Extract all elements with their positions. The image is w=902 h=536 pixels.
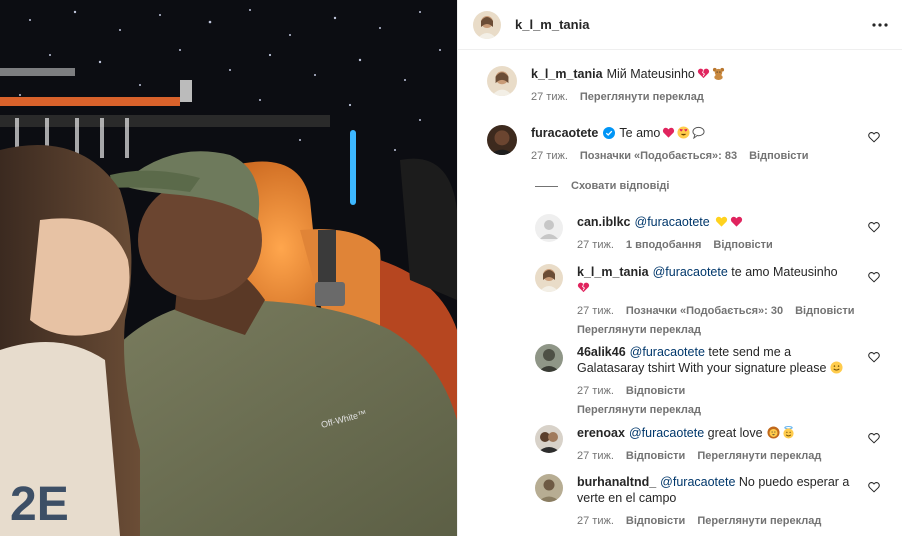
reply-erenoax: erenoax @furacaotete great love 27 тиж. В… <box>535 425 821 464</box>
reply-see-translation[interactable]: Переглянути переклад <box>697 513 821 529</box>
caption: k_l_m_tania Мій Mateusinho 27 тиж. Перегл… <box>487 66 725 105</box>
like-comment-heart-icon[interactable] <box>868 351 880 363</box>
hide-replies-label: Сховати відповіді <box>571 180 670 192</box>
comment-text: Te amo <box>619 126 661 140</box>
author-username[interactable]: k_l_m_tania <box>515 17 589 32</box>
reply-username[interactable]: burhanaltnd_ <box>577 475 656 489</box>
reply-time[interactable]: 27 тиж. <box>577 383 614 399</box>
reply-reply-button[interactable]: Відповісти <box>626 383 685 399</box>
reply-see-translation[interactable]: Переглянути переклад <box>697 448 821 464</box>
verified-badge-icon <box>603 127 616 139</box>
red-heart-icon <box>730 216 742 227</box>
like-comment-heart-icon[interactable] <box>868 432 880 444</box>
caption-username[interactable]: k_l_m_tania <box>531 67 603 81</box>
reply-time[interactable]: 27 тиж. <box>577 303 614 319</box>
heart-eyes-icon <box>677 126 690 139</box>
post-image: 2E Off-White™ <box>0 0 457 536</box>
reply-time[interactable]: 27 тиж. <box>577 513 614 529</box>
hide-replies-button[interactable]: Сховати відповіді <box>535 180 669 192</box>
reply-time[interactable]: 27 тиж. <box>577 448 614 464</box>
comment-username[interactable]: furacaotete <box>531 126 598 140</box>
post-photo: 2E Off-White™ <box>0 0 457 536</box>
reply-46alik46: 46alik46 @furacaotete tete send me a Gala… <box>535 344 857 418</box>
reply-username[interactable]: can.iblkc <box>577 215 631 229</box>
speech-balloon-icon <box>692 126 705 139</box>
reply-reply-button[interactable]: Відповісти <box>626 513 685 529</box>
caption-time[interactable]: 27 тиж. <box>531 89 568 105</box>
comment-time[interactable]: 27 тиж. <box>531 148 568 164</box>
reply-reply-button[interactable]: Відповісти <box>626 448 685 464</box>
svg-text:2E: 2E <box>10 478 69 531</box>
like-comment-heart-icon[interactable] <box>868 221 880 233</box>
lion-face-icon <box>767 426 780 439</box>
reply-avatar[interactable] <box>535 425 563 453</box>
reply-reply-button[interactable]: Відповісти <box>713 237 772 253</box>
comment-avatar[interactable] <box>487 125 517 155</box>
reply-username[interactable]: 46alik46 <box>577 345 626 359</box>
hide-replies-line <box>535 185 558 187</box>
reply-mention[interactable]: @furacaotete <box>653 265 728 279</box>
reply-text-line2: verte en el campo <box>577 491 677 505</box>
reply-time[interactable]: 27 тиж. <box>577 237 614 253</box>
comment-reply-button[interactable]: Відповісти <box>749 148 808 164</box>
comment-furacaotete: furacaotete Te amo 27 тиж. Позначки «Подо… <box>487 125 809 164</box>
reply-avatar[interactable] <box>535 264 563 292</box>
like-comment-heart-icon[interactable] <box>868 271 880 283</box>
reply-username[interactable]: erenoax <box>577 426 625 440</box>
yellow-heart-icon <box>715 216 727 227</box>
more-horizontal-icon[interactable] <box>871 16 889 34</box>
reply-avatar[interactable] <box>535 214 563 242</box>
caption-see-translation[interactable]: Переглянути переклад <box>580 89 704 105</box>
broken-heart-icon <box>697 68 709 79</box>
reply-avatar[interactable] <box>535 344 563 372</box>
reply-see-translation[interactable]: Переглянути переклад <box>577 402 857 418</box>
caption-text: Мій Mateusinho <box>606 67 695 81</box>
like-comment-heart-icon[interactable] <box>868 481 880 493</box>
reply-likes[interactable]: Позначки «Подобається»: 30 <box>626 303 783 319</box>
comments-panel: k_l_m_tania k_l_m_tania Мій Mateusinho 27… <box>457 0 902 536</box>
reply-k-l-m-tania: k_l_m_tania @furacaotete te amo Mateusinh… <box>535 264 855 338</box>
reply-can-iblkc: can.iblkc @furacaotete 27 тиж. 1 вподобан… <box>535 214 773 253</box>
reply-mention[interactable]: @furacaotete <box>630 345 705 359</box>
reply-text: great love <box>707 426 763 440</box>
reply-reply-button[interactable]: Відповісти <box>795 303 854 319</box>
author-avatar[interactable] <box>473 10 501 39</box>
reply-see-translation[interactable]: Переглянути переклад <box>577 322 855 338</box>
reply-text-line1: tete send me a <box>708 345 792 359</box>
smiling-face-halo-icon <box>782 426 794 439</box>
reply-burhanaltnd: burhanaltnd_ @furacaotete No puedo espera… <box>535 474 857 529</box>
comment-likes[interactable]: Позначки «Подобається»: 83 <box>580 148 737 164</box>
reply-mention[interactable]: @furacaotete <box>629 426 704 440</box>
red-heart-icon <box>663 127 675 138</box>
reply-likes[interactable]: 1 вподобання <box>626 237 701 253</box>
reply-text: te amo Mateusinho <box>731 265 838 279</box>
reply-mention[interactable]: @furacaotete <box>635 215 710 229</box>
caption-avatar[interactable] <box>487 66 517 96</box>
reply-mention[interactable]: @furacaotete <box>660 475 735 489</box>
like-comment-heart-icon[interactable] <box>868 131 880 143</box>
reply-avatar[interactable] <box>535 474 563 502</box>
reply-text-line1: No puedo esperar a <box>738 475 850 489</box>
reply-text-line2: Galatasaray tshirt With your signature p… <box>577 361 827 375</box>
reply-username[interactable]: k_l_m_tania <box>577 265 649 279</box>
broken-heart-icon <box>577 282 590 293</box>
post-header: k_l_m_tania <box>458 0 902 50</box>
smiling-face-icon <box>830 361 843 374</box>
teddy-bear-icon <box>712 67 724 80</box>
